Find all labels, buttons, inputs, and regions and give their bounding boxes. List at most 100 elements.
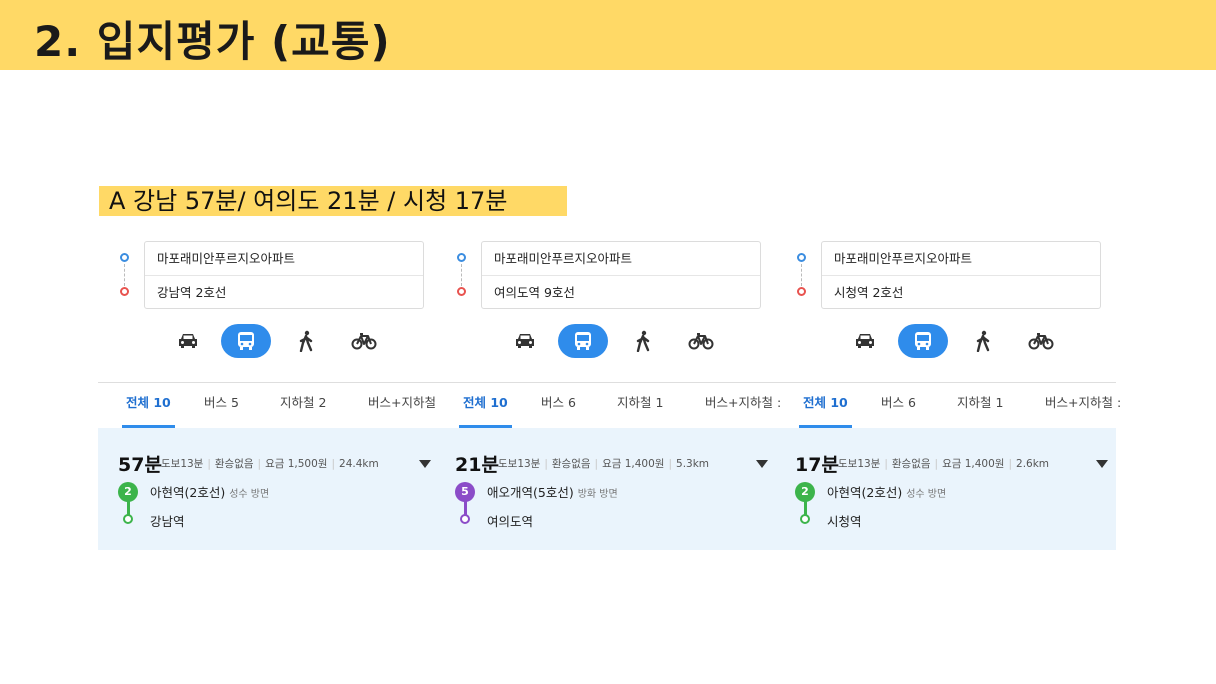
expand-caret-icon[interactable] [419, 460, 431, 468]
tab-bus[interactable]: 버스 5 [204, 384, 239, 428]
car-icon [179, 334, 197, 348]
bicycle-icon [1028, 333, 1054, 350]
fare: 요금 1,500원 [265, 458, 328, 470]
walk-icon [976, 330, 990, 352]
route-results: 57분 도보13분 | 환승없음 | 요금 1,500원 | 24.4km 2 아현역(2호… [98, 428, 1116, 550]
bicycle-mode-button[interactable] [339, 324, 389, 358]
route-input-box: 마포래미안푸르지오아파트 여의도역 9호선 [481, 241, 761, 309]
distance: 5.3km [676, 458, 710, 470]
bus-icon [915, 332, 931, 350]
walk-icon [636, 330, 650, 352]
fare: 요금 1,400원 [942, 458, 1005, 470]
line-connector [804, 501, 807, 515]
subway-line-badge: 2 [795, 482, 815, 502]
line-connector [464, 501, 467, 515]
subway-line-badge: 5 [455, 482, 475, 502]
car-icon [856, 334, 874, 348]
car-icon [516, 334, 534, 348]
travel-time: 57분 [118, 454, 162, 476]
arrival-station: 강남역 [150, 514, 185, 529]
bicycle-mode-button[interactable] [676, 324, 726, 358]
walk-mode-button[interactable] [618, 324, 668, 358]
transfer-info: 환승없음 [214, 458, 254, 470]
tab-bus-subway[interactable]: 버스+지하철 : [705, 384, 781, 428]
route-result-yeouido[interactable]: 21분 도보13분 | 환승없음 | 요금 1,400원 | 5.3km 5 애오개역(5호… [435, 428, 775, 550]
walk-time: 도보13분 [838, 458, 881, 470]
line-connector [127, 501, 130, 515]
arrival-dot-icon [460, 514, 470, 524]
route-result-cityhall[interactable]: 17분 도보13분 | 환승없음 | 요금 1,400원 | 2.6km 2 아현역(2호선… [775, 428, 1115, 550]
bus-mode-button[interactable] [558, 324, 608, 358]
tab-all[interactable]: 전체 10 [122, 384, 175, 428]
bicycle-mode-button[interactable] [1016, 324, 1066, 358]
walk-mode-button[interactable] [281, 324, 331, 358]
bus-mode-button[interactable] [221, 324, 271, 358]
board-station: 애오개역(5호선) 방화 방면 [487, 482, 618, 501]
distance: 2.6km [1016, 458, 1050, 470]
transfer-info: 환승없음 [551, 458, 591, 470]
bus-mode-button[interactable] [898, 324, 948, 358]
tab-bus[interactable]: 버스 6 [541, 384, 576, 428]
destination-dot-icon [797, 287, 806, 296]
route-result-gangnam[interactable]: 57분 도보13분 | 환승없음 | 요금 1,500원 | 24.4km 2 아현역(2호… [98, 428, 438, 550]
page-title: 2. 입지평가 (교통) [34, 17, 391, 66]
route-connector [801, 264, 802, 286]
origin-dot-icon [797, 253, 806, 262]
tab-bus-subway[interactable]: 버스+지하철 : [1045, 384, 1121, 428]
destination-dot-icon [457, 287, 466, 296]
car-mode-button[interactable] [500, 324, 550, 358]
origin-field[interactable]: 마포래미안푸르지오아파트 [145, 242, 423, 276]
tab-subway[interactable]: 지하철 1 [957, 384, 1003, 428]
arrival-dot-icon [123, 514, 133, 524]
destination-dot-icon [120, 287, 129, 296]
arrival-station: 여의도역 [487, 514, 534, 529]
route-meta: 도보13분 | 환승없음 | 요금 1,400원 | 2.6km [838, 458, 1050, 470]
transfer-info: 환승없음 [891, 458, 931, 470]
board-station: 아현역(2호선) 성수 방면 [827, 482, 946, 501]
destination-field[interactable]: 강남역 2호선 [145, 276, 423, 310]
bicycle-icon [351, 333, 377, 350]
direction: 성수 방면 [906, 489, 947, 500]
tabs-divider [98, 382, 1116, 383]
route-input-box: 마포래미안푸르지오아파트 강남역 2호선 [144, 241, 424, 309]
board-station-name: 애오개역(5호선) [487, 485, 574, 500]
expand-caret-icon[interactable] [1096, 460, 1108, 468]
board-station-name: 아현역(2호선) [150, 485, 226, 500]
destination-field[interactable]: 여의도역 9호선 [482, 276, 760, 310]
bicycle-icon [688, 333, 714, 350]
tab-subway[interactable]: 지하철 2 [280, 384, 326, 428]
tab-all[interactable]: 전체 10 [799, 384, 852, 428]
route-connector [124, 264, 125, 286]
route-connector [461, 264, 462, 286]
bus-icon [238, 332, 254, 350]
transport-mode-tabs [775, 324, 1115, 358]
car-mode-button[interactable] [840, 324, 890, 358]
tab-bus[interactable]: 버스 6 [881, 384, 916, 428]
commute-summary: A 강남 57분/ 여의도 21분 / 시청 17분 [99, 186, 567, 216]
bus-icon [575, 332, 591, 350]
travel-time: 17분 [795, 454, 839, 476]
origin-field[interactable]: 마포래미안푸르지오아파트 [822, 242, 1100, 276]
tab-bus-subway[interactable]: 버스+지하철 [368, 384, 436, 428]
direction: 방화 방면 [577, 489, 618, 500]
transport-mode-tabs [98, 324, 438, 358]
direction: 성수 방면 [229, 489, 270, 500]
board-station: 아현역(2호선) 성수 방면 [150, 482, 269, 501]
origin-field[interactable]: 마포래미안푸르지오아파트 [482, 242, 760, 276]
origin-dot-icon [120, 253, 129, 262]
transport-mode-tabs [435, 324, 775, 358]
destination-field[interactable]: 시청역 2호선 [822, 276, 1100, 310]
walk-icon [299, 330, 313, 352]
route-meta: 도보13분 | 환승없음 | 요금 1,500원 | 24.4km [161, 458, 379, 470]
expand-caret-icon[interactable] [756, 460, 768, 468]
arrival-dot-icon [800, 514, 810, 524]
subway-line-badge: 2 [118, 482, 138, 502]
arrival-station: 시청역 [827, 514, 862, 529]
board-station-name: 아현역(2호선) [827, 485, 903, 500]
tab-all[interactable]: 전체 10 [459, 384, 512, 428]
travel-time: 21분 [455, 454, 499, 476]
walk-mode-button[interactable] [958, 324, 1008, 358]
origin-dot-icon [457, 253, 466, 262]
car-mode-button[interactable] [163, 324, 213, 358]
tab-subway[interactable]: 지하철 1 [617, 384, 663, 428]
